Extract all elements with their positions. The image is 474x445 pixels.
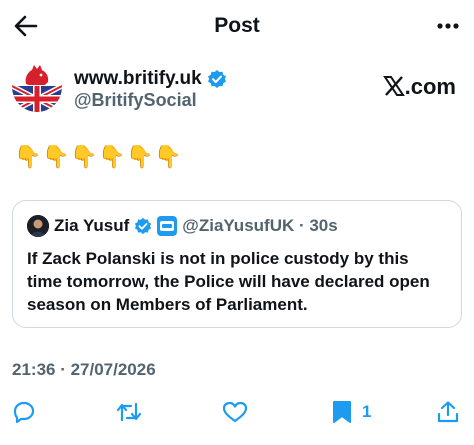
share-icon — [437, 401, 459, 423]
author-name[interactable]: www.britify.uk — [74, 68, 202, 90]
quoted-avatar — [27, 215, 49, 237]
reply-icon — [13, 401, 35, 424]
pointing-down-emoji: 👇 — [70, 144, 101, 169]
retweet-icon — [116, 402, 142, 422]
page-title: Post — [214, 14, 260, 37]
post-body: 👇 👇 👇 👇 👇 👇 — [14, 144, 185, 172]
pointing-down-emoji: 👇 — [154, 144, 185, 169]
pointing-down-emoji: 👇 — [126, 144, 157, 169]
avatar[interactable] — [12, 62, 62, 112]
more-icon — [437, 23, 459, 29]
source-brand-suffix: .com — [404, 74, 456, 99]
verified-icon — [135, 217, 152, 235]
top-bar: Post — [0, 0, 474, 54]
like-icon — [222, 401, 248, 423]
x-logo-icon — [382, 74, 405, 100]
quoted-text: If Zack Polanski is not in police custod… — [27, 249, 430, 314]
retweet-button[interactable] — [116, 400, 142, 424]
author-handle[interactable]: @BritifySocial — [74, 90, 197, 111]
lion-flag-logo — [12, 62, 62, 112]
action-bar: 1 — [0, 396, 474, 428]
post-author: www.britify.uk @BritifySocial .com — [12, 62, 462, 120]
quoted-post[interactable]: Zia Yusuf @ZiaYusufUK · 30s If Zack Pola… — [12, 200, 462, 328]
more-button[interactable] — [436, 18, 460, 34]
like-button[interactable] — [222, 400, 248, 424]
reply-button[interactable] — [12, 400, 36, 424]
bookmark-button[interactable]: 1 — [332, 400, 371, 424]
post-timestamp[interactable]: 21:36 · 27/07/2026 — [12, 360, 156, 380]
pointing-down-emoji: 👇 — [42, 144, 73, 169]
bookmark-count: 1 — [362, 402, 372, 421]
quoted-handle-time: @ZiaYusufUK · 30s — [182, 216, 338, 235]
affiliate-badge-icon — [157, 216, 178, 236]
quoted-author-row: Zia Yusuf @ZiaYusufUK · 30s — [27, 215, 338, 237]
bookmark-icon — [333, 401, 351, 423]
source-brand: .com — [382, 74, 456, 100]
pointing-down-emoji: 👇 — [98, 144, 129, 169]
pointing-down-emoji: 👇 — [14, 144, 45, 169]
author-name-row[interactable]: www.britify.uk — [74, 68, 227, 90]
quoted-name: Zia Yusuf — [54, 216, 130, 235]
verified-icon — [207, 70, 226, 88]
share-button[interactable] — [436, 400, 460, 424]
